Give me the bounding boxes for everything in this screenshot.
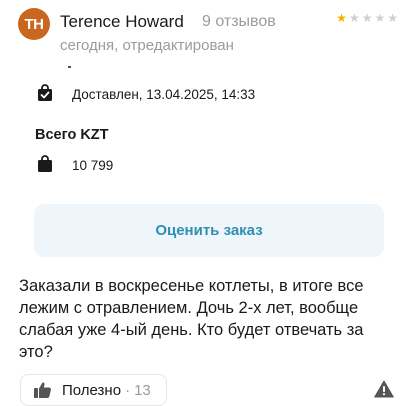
helpful-label: Полезно xyxy=(62,381,122,399)
helpful-count: 13 xyxy=(134,381,151,399)
thumbs-up-icon xyxy=(34,382,51,398)
review-date: сегодня, отредактирован xyxy=(60,37,234,54)
star-icon: ★ xyxy=(387,11,398,25)
delivered-status: Доставлен, 13.04.2025, 14:33 xyxy=(72,87,256,102)
review-text: Заказали в воскресенье котлеты, в итоге … xyxy=(19,277,364,361)
star-icon: ★ xyxy=(348,11,360,25)
rating-stars: ★ ★ ★ ★ ★ xyxy=(336,12,398,24)
star-icon: ★ xyxy=(374,11,386,25)
helpful-button[interactable]: Полезно · 13 xyxy=(20,374,167,406)
avatar[interactable]: TH xyxy=(18,8,50,40)
total-title: Всего KZT xyxy=(35,127,109,143)
author-name[interactable]: Terence Howard xyxy=(60,12,184,32)
checked-bag-icon xyxy=(38,84,52,101)
helpful-separator: · xyxy=(125,381,131,399)
total-amount: 10 799 xyxy=(72,158,114,173)
star-icon: ★ xyxy=(336,11,347,25)
reviews-count[interactable]: 9 отзывов xyxy=(202,13,276,31)
star-icon: ★ xyxy=(361,11,373,25)
rate-order-button[interactable]: Оценить заказ xyxy=(34,204,384,257)
cut-off-dot xyxy=(68,66,71,68)
shopping-bag-icon xyxy=(38,155,52,172)
warning-icon[interactable] xyxy=(374,380,394,398)
